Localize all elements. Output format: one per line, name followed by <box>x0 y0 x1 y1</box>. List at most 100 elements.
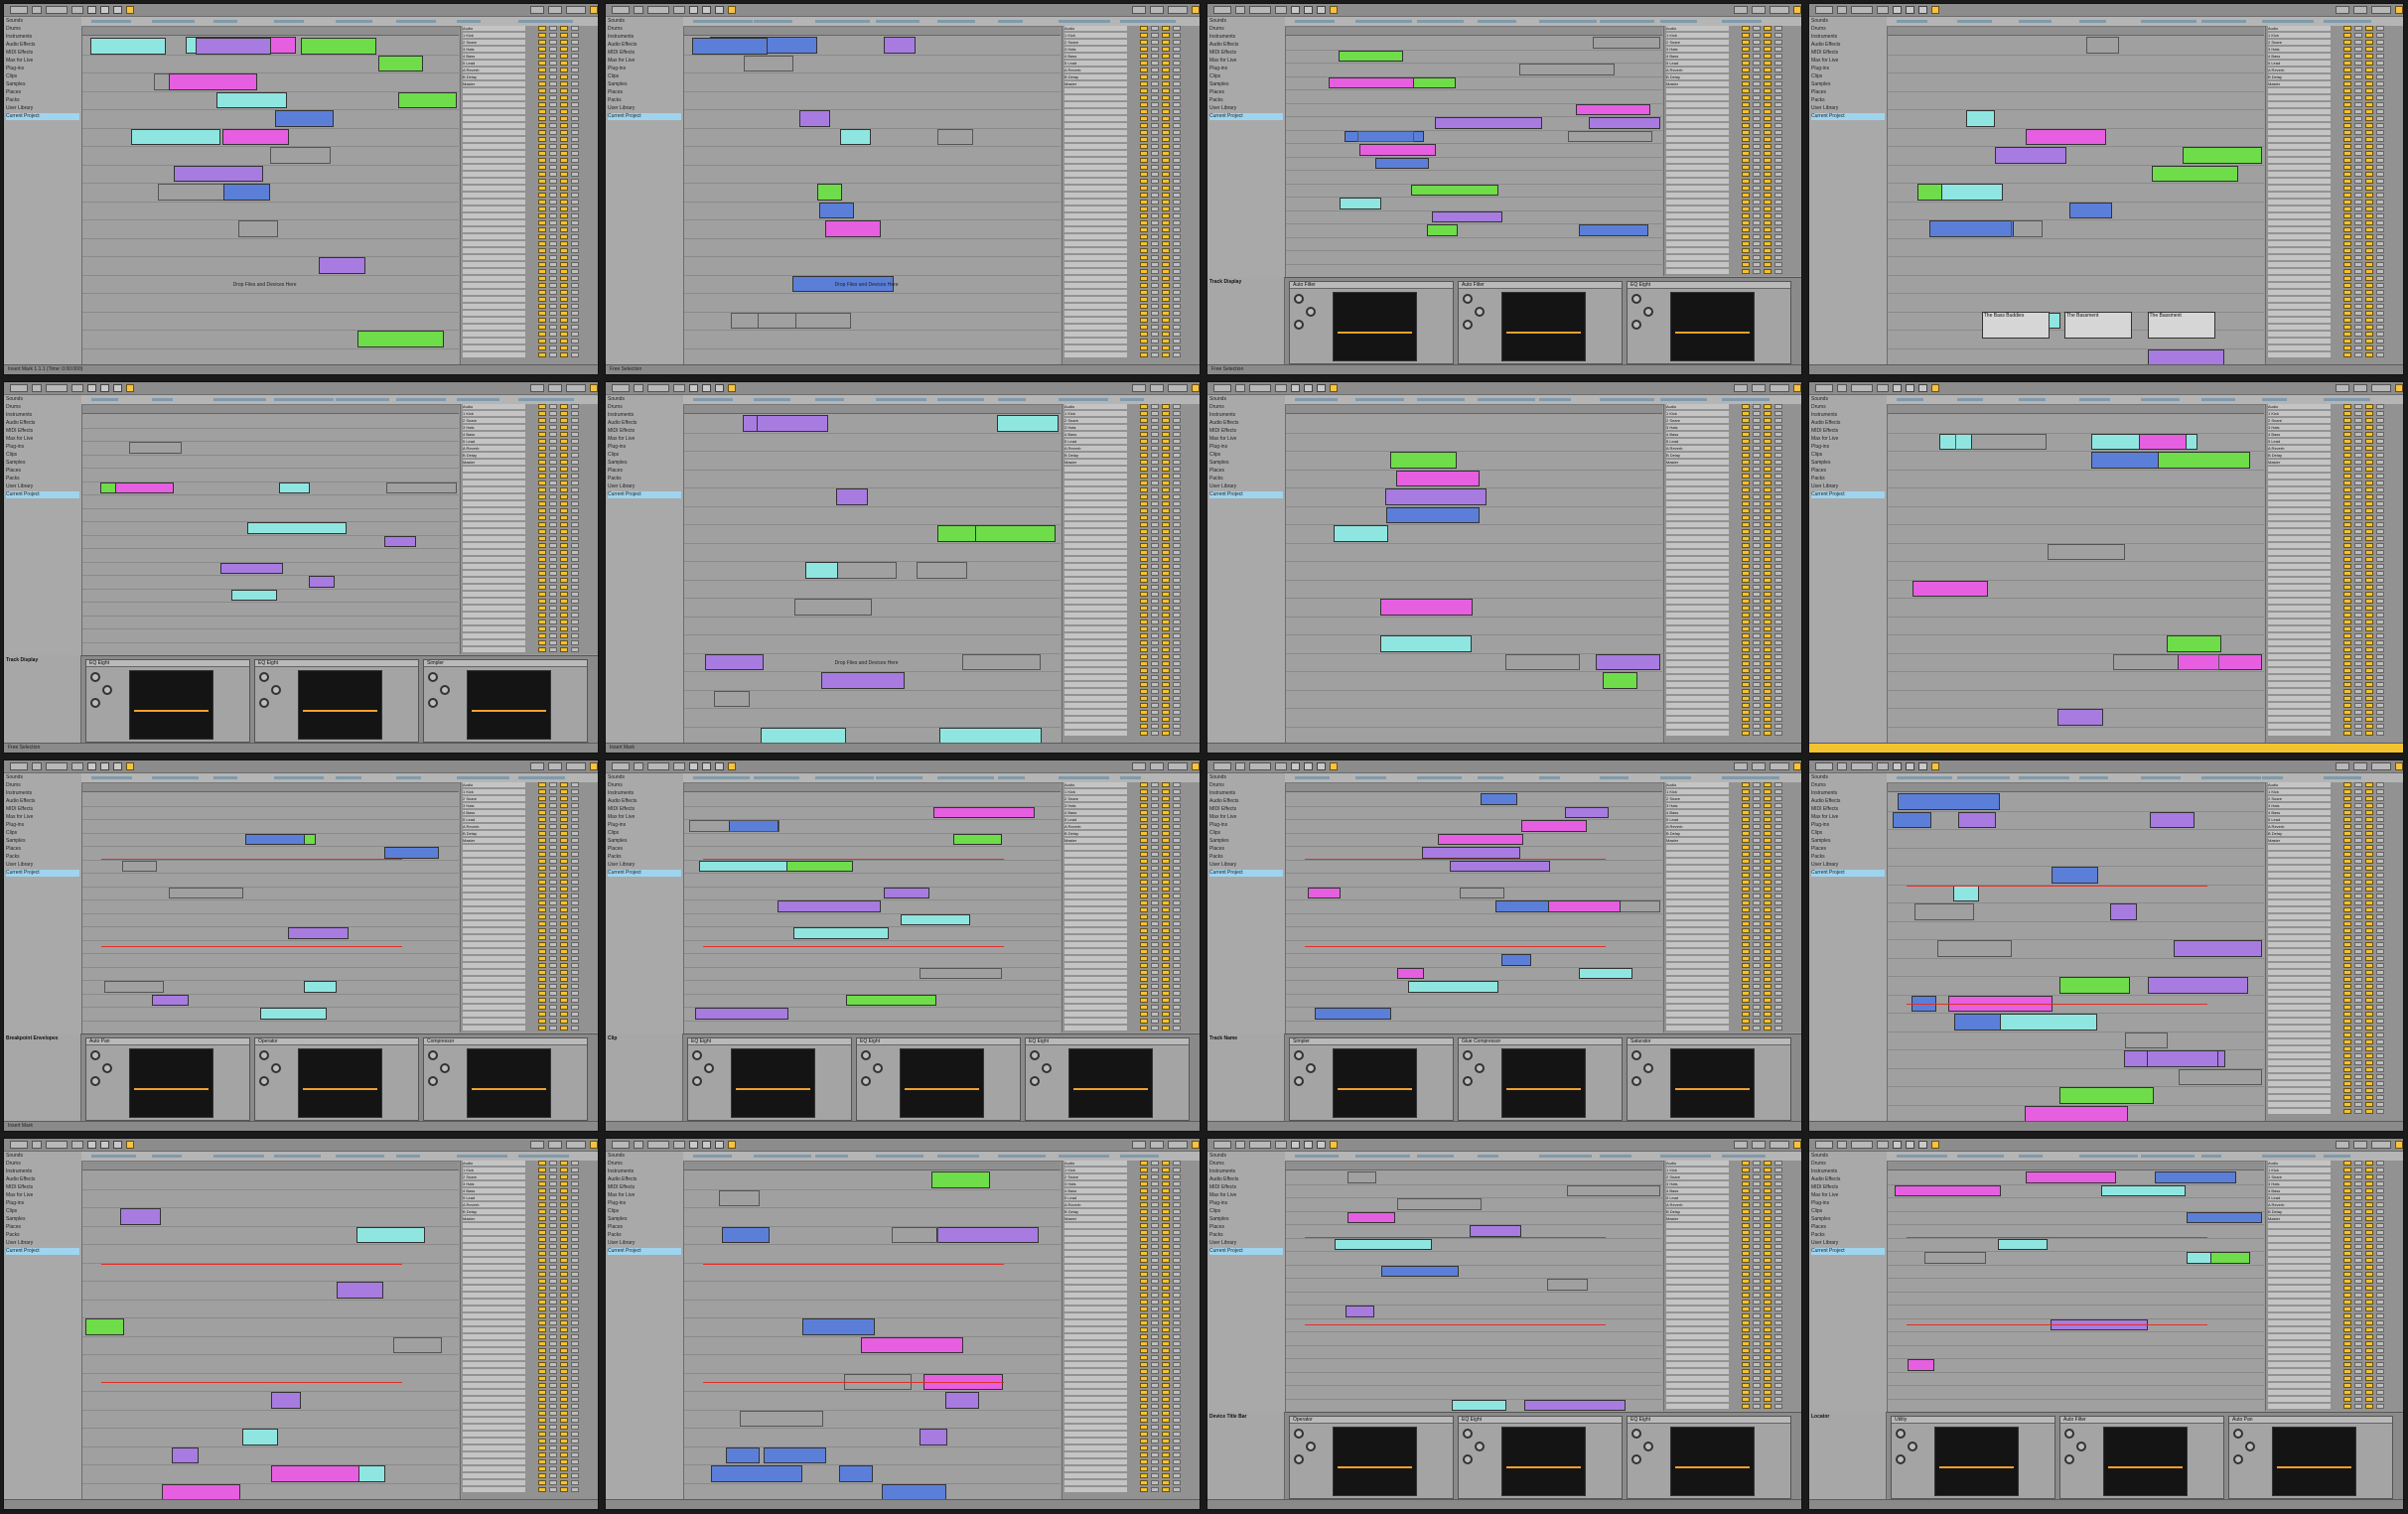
solo-button[interactable] <box>1752 206 1761 211</box>
volume-field[interactable] <box>1172 474 1181 479</box>
solo-button[interactable] <box>1752 803 1761 808</box>
timeline-ruler[interactable] <box>1286 27 1662 36</box>
device[interactable]: EQ Eight <box>856 1037 1021 1121</box>
track-activator-button[interactable] <box>2342 970 2351 975</box>
volume-field[interactable] <box>570 852 579 857</box>
track-activator-button[interactable] <box>1139 852 1148 857</box>
volume-field[interactable] <box>1172 817 1181 822</box>
volume-field[interactable] <box>570 1397 579 1402</box>
mixer-track[interactable] <box>461 564 598 569</box>
volume-field[interactable] <box>570 1209 579 1214</box>
mixer-track[interactable]: B Delay <box>1664 453 1801 458</box>
solo-button[interactable] <box>1752 109 1761 114</box>
track-name[interactable] <box>2268 255 2332 260</box>
mixer-track[interactable]: 5 Lead <box>461 1195 598 1200</box>
track-name[interactable]: 1 Kick <box>1666 33 1730 38</box>
mixer-track[interactable]: Audio <box>1062 1161 1200 1166</box>
track-name[interactable] <box>2268 1005 2332 1010</box>
track-activator-button[interactable] <box>2342 311 2351 316</box>
arm-button[interactable] <box>559 248 568 253</box>
track-name[interactable]: A Reverb <box>1064 824 1128 829</box>
mixer-track[interactable] <box>1062 255 1200 260</box>
track-lane[interactable] <box>1286 264 1662 278</box>
track-name[interactable] <box>1064 1293 1128 1298</box>
arm-button[interactable] <box>2364 613 2373 618</box>
browser-item[interactable]: Sounds <box>608 774 681 781</box>
arm-button[interactable] <box>1763 550 1771 555</box>
mixer-track[interactable] <box>461 619 598 624</box>
mixer-track[interactable] <box>461 1341 598 1346</box>
volume-field[interactable] <box>1172 1307 1181 1311</box>
arm-button[interactable] <box>1161 1202 1170 1207</box>
solo-button[interactable] <box>1150 571 1159 576</box>
clip[interactable] <box>1937 940 2012 957</box>
track-name[interactable]: 5 Lead <box>1064 61 1128 66</box>
track-name[interactable] <box>1064 325 1128 330</box>
track-activator-button[interactable] <box>537 859 546 864</box>
track-lane[interactable] <box>82 913 459 927</box>
arm-button[interactable] <box>2364 887 2373 892</box>
solo-button[interactable] <box>548 1012 557 1017</box>
solo-button[interactable] <box>2353 262 2362 267</box>
volume-field[interactable] <box>1172 40 1181 45</box>
browser-item[interactable] <box>6 571 79 578</box>
volume-field[interactable] <box>1773 200 1782 205</box>
track-name[interactable] <box>1064 283 1128 288</box>
track-name[interactable] <box>2268 283 2332 288</box>
solo-button[interactable] <box>1150 935 1159 940</box>
mixer-track[interactable] <box>2266 970 2403 975</box>
solo-button[interactable] <box>1752 661 1761 666</box>
arm-button[interactable] <box>2364 95 2373 100</box>
mixer-track[interactable] <box>461 116 598 121</box>
track-activator-button[interactable] <box>1741 606 1750 611</box>
clip[interactable] <box>761 727 846 744</box>
transport-field[interactable] <box>1249 762 1271 770</box>
clip[interactable] <box>2150 811 2196 828</box>
transport-field[interactable] <box>1815 762 1833 770</box>
track-name[interactable]: Master <box>463 81 526 86</box>
browser-item[interactable] <box>1811 201 1885 207</box>
device[interactable]: EQ Eight <box>85 659 250 743</box>
track-activator-button[interactable] <box>1741 467 1750 472</box>
mixer-track[interactable] <box>461 900 598 905</box>
track-activator-button[interactable] <box>1139 578 1148 583</box>
track-name[interactable]: Audio <box>1666 26 1730 31</box>
key-map-icon[interactable] <box>1793 384 1801 392</box>
track-activator-button[interactable] <box>1139 1300 1148 1305</box>
solo-button[interactable] <box>2353 227 2362 232</box>
browser-item[interactable] <box>608 185 681 192</box>
solo-button[interactable] <box>1150 1188 1159 1193</box>
track-lane[interactable] <box>684 634 1061 654</box>
volume-field[interactable] <box>2375 255 2384 260</box>
arm-button[interactable] <box>1161 446 1170 451</box>
parameter-knob[interactable] <box>90 698 100 708</box>
solo-button[interactable] <box>548 557 557 562</box>
solo-button[interactable] <box>1150 1005 1159 1010</box>
key-map-icon[interactable] <box>1192 384 1200 392</box>
arrangement-view[interactable]: Drop Files and Devices Here <box>82 27 459 366</box>
mixer-track[interactable] <box>461 1334 598 1339</box>
track-name[interactable]: Audio <box>2268 26 2332 31</box>
track-name[interactable] <box>2268 710 2332 715</box>
track-name[interactable] <box>1064 95 1128 100</box>
arm-button[interactable] <box>1763 724 1771 729</box>
stop-button[interactable] <box>1304 6 1313 14</box>
browser-item[interactable]: MIDI Effects <box>6 1184 79 1191</box>
track-lane[interactable] <box>82 1446 459 1465</box>
track-name[interactable]: B Delay <box>463 453 526 458</box>
mixer-track[interactable] <box>2266 508 2403 513</box>
arm-button[interactable] <box>1161 703 1170 708</box>
mixer-track[interactable] <box>1062 522 1200 527</box>
mixer-track[interactable] <box>461 283 598 288</box>
arm-button[interactable] <box>1161 1341 1170 1346</box>
transport-field[interactable] <box>647 762 669 770</box>
clip[interactable] <box>2113 653 2219 670</box>
browser-item[interactable] <box>1811 499 1885 506</box>
record-button[interactable] <box>113 1141 122 1149</box>
browser-item[interactable]: Packs <box>1811 97 1885 104</box>
volume-field[interactable] <box>1773 640 1782 645</box>
track-name[interactable] <box>2268 935 2332 940</box>
arm-button[interactable] <box>559 1439 568 1444</box>
track-name[interactable] <box>463 1404 526 1409</box>
arm-button[interactable] <box>1763 782 1771 787</box>
